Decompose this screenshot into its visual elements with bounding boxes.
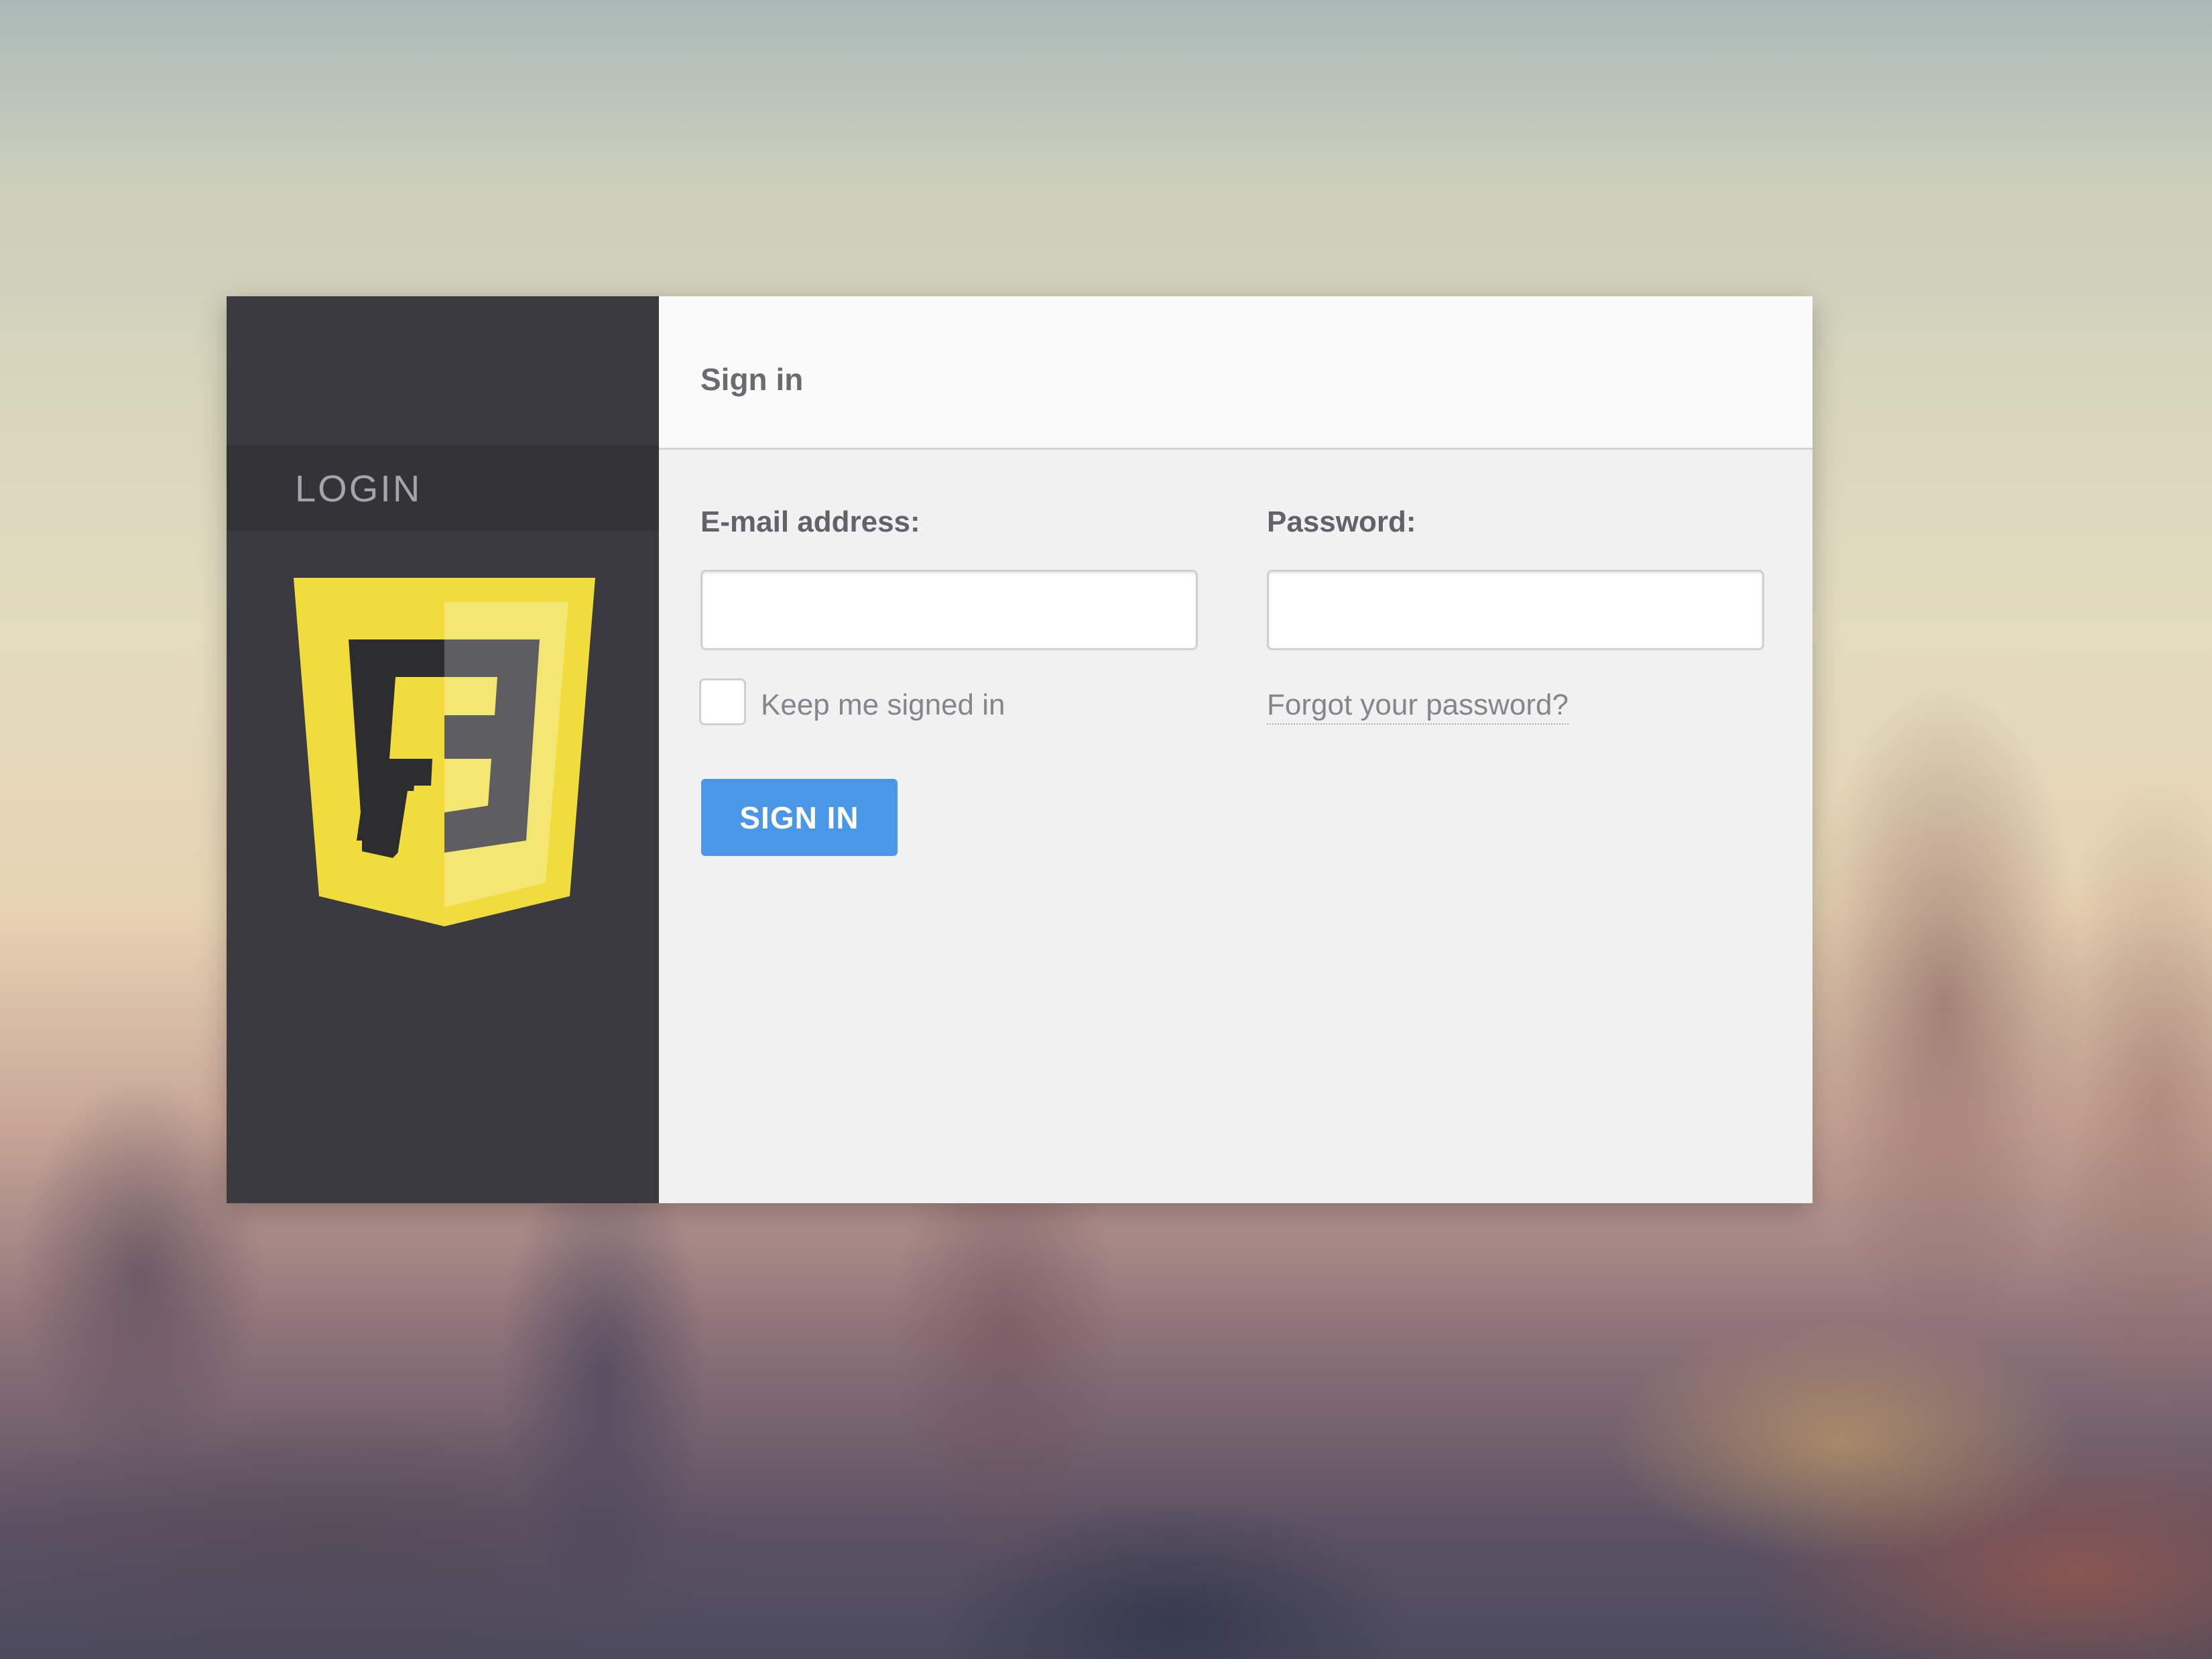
password-field[interactable] <box>1267 570 1764 650</box>
keep-signed-in-label[interactable]: Keep me signed in <box>761 688 1005 722</box>
page-title: Sign in <box>700 362 804 397</box>
password-label: Password: <box>1267 505 1416 538</box>
login-card: LOGIN Sign in E-mail address: Password: … <box>227 296 1812 1203</box>
signin-panel: Sign in E-mail address: Password: Keep m… <box>659 296 1812 1203</box>
email-label: E-mail address: <box>700 505 920 538</box>
email-field[interactable] <box>700 570 1198 650</box>
shield-f3-logo-icon <box>294 578 595 926</box>
panel-header: Sign in <box>659 296 1812 450</box>
sidebar-tab-login[interactable]: LOGIN <box>227 445 659 531</box>
forgot-password-link[interactable]: Forgot your password? <box>1267 688 1569 725</box>
sidebar-tab-label: LOGIN <box>295 467 422 509</box>
sidebar: LOGIN <box>227 296 659 1203</box>
sign-in-button[interactable]: SIGN IN <box>701 779 898 856</box>
keep-signed-in-checkbox[interactable] <box>699 678 746 725</box>
